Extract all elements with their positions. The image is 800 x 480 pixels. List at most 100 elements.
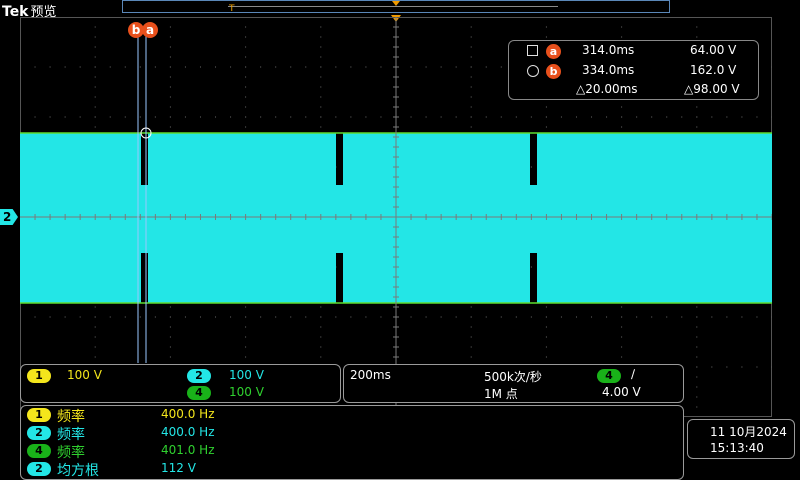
grid-dot (94, 56, 96, 58)
grid-dot (470, 126, 472, 128)
grid-dot (545, 346, 547, 348)
grid-dot (335, 316, 337, 318)
grid-dot (245, 66, 247, 68)
horizontal-trigger-panel[interactable]: 200ms 500k次/秒 1M 点 4 ∕ 4.00 V (343, 364, 684, 403)
grid-dot (305, 116, 307, 118)
grid-dot (771, 366, 772, 368)
grid-dot (636, 116, 638, 118)
measurement-3-channel-chip: 4 (27, 444, 51, 458)
grid-dot (124, 316, 126, 318)
grid-dot (771, 66, 772, 68)
channel-2-chip[interactable]: 2 (187, 369, 211, 383)
grid-dot (425, 66, 427, 68)
channel-4-chip[interactable]: 4 (187, 386, 211, 400)
grid-dot (756, 116, 758, 118)
grid-dot (726, 116, 728, 118)
grid-dot (350, 316, 352, 318)
grid-dot (410, 66, 412, 68)
grid-dot (305, 316, 307, 318)
channel-4-scale: 100 V (229, 385, 264, 399)
grid-dot (320, 356, 322, 358)
circle-icon (527, 65, 539, 77)
trigger-source-chip[interactable]: 4 (597, 369, 621, 383)
grid-dot (621, 316, 623, 318)
grid-dot (320, 86, 322, 88)
grid-dot (560, 116, 562, 118)
channel-1-chip[interactable]: 1 (27, 369, 51, 383)
grid-dot (34, 316, 36, 318)
grid-dot (771, 316, 772, 318)
grid-dot (621, 116, 623, 118)
grid-dot (260, 116, 262, 118)
grid-dot (245, 106, 247, 108)
grid-dot (380, 66, 382, 68)
grid-dot (139, 316, 141, 318)
grid-dot (245, 116, 247, 118)
grid-dot (530, 316, 532, 318)
grid-dot (696, 346, 698, 348)
grid-dot (575, 116, 577, 118)
measurement-2-channel-chip: 2 (27, 426, 51, 440)
grid-dot (756, 366, 758, 368)
grid-dot (621, 36, 623, 38)
measurement-3-value: 401.0 Hz (161, 443, 215, 457)
grid-dot (245, 336, 247, 338)
grid-dot (154, 116, 156, 118)
grid-dot (485, 316, 487, 318)
grid-dot (470, 306, 472, 308)
date-time-panel[interactable]: 11 10月2024 15:13:40 (687, 419, 795, 459)
square-icon (527, 45, 538, 56)
grid-dot (470, 316, 472, 318)
grid-dot (245, 326, 247, 328)
grid-dot (365, 116, 367, 118)
grid-dot (275, 316, 277, 318)
measurement-2-value: 400.0 Hz (161, 425, 215, 439)
grid-dot (320, 56, 322, 58)
grid-dot (440, 116, 442, 118)
grid-dot (320, 66, 322, 68)
grid-dot (94, 76, 96, 78)
grid-dot (79, 316, 81, 318)
grid-dot (696, 26, 698, 28)
grid-dot (380, 316, 382, 318)
grid-dot (275, 66, 277, 68)
grid-dot (169, 76, 171, 78)
grid-dot (320, 46, 322, 48)
grid-dot (621, 326, 623, 328)
grid-dot (470, 106, 472, 108)
grid-dot (169, 96, 171, 98)
grid-dot (545, 26, 547, 28)
grid-dot (230, 316, 232, 318)
grid-dot (49, 316, 51, 318)
grid-dot (350, 116, 352, 118)
measurement-2-label: 频率 (57, 427, 85, 443)
channel-2-ground-marker[interactable]: 2 (0, 209, 18, 225)
grid-dot (545, 326, 547, 328)
grid-dot (545, 106, 547, 108)
grid-dot (94, 346, 96, 348)
grid-dot (365, 66, 367, 68)
grid-dot (245, 46, 247, 48)
grid-dot (696, 106, 698, 108)
measurement-4-value: 112 V (161, 461, 196, 475)
grid-dot (34, 66, 36, 68)
grid-dot (696, 356, 698, 358)
cursor-a-value: 64.00 V (690, 43, 737, 57)
measurements-panel[interactable]: 1 频率 400.0 Hz 2 频率 400.0 Hz 4 频率 401.0 H… (20, 405, 684, 480)
grid-dot (575, 316, 577, 318)
grid-dot (94, 86, 96, 88)
vertical-settings-panel[interactable]: 1 100 V 2 100 V 4 100 V (20, 364, 341, 403)
grid-dot (335, 116, 337, 118)
grid-dot (169, 46, 171, 48)
grid-dot (365, 316, 367, 318)
grid-dot (591, 316, 593, 318)
grid-dot (245, 316, 247, 318)
grid-dot (320, 306, 322, 308)
cursor-a-badge[interactable]: a (142, 22, 158, 38)
cursor-readout-panel[interactable]: a 314.0ms 64.00 V b 334.0ms 162.0 V △20.… (508, 40, 759, 100)
channel-2-scale: 100 V (229, 368, 264, 382)
grid-dot (169, 336, 171, 338)
grid-dot (320, 336, 322, 338)
delta-value: △98.00 V (684, 82, 740, 96)
grid-dot (320, 96, 322, 98)
